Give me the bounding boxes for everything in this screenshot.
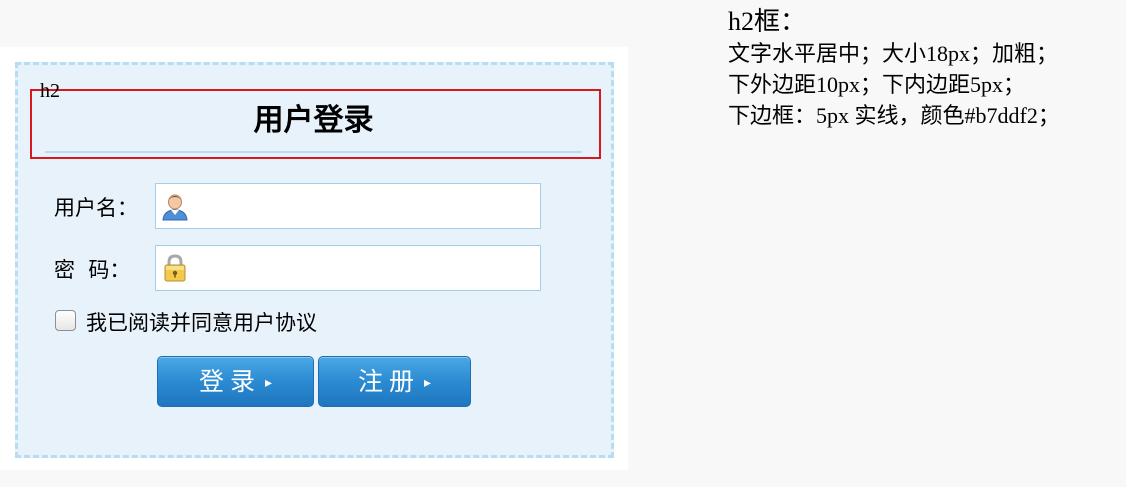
h2-highlight-box [30,89,601,159]
password-label: 密 码： [54,258,131,282]
username-field[interactable] [155,183,541,229]
username-input[interactable] [194,190,534,222]
user-icon [162,194,188,221]
arrow-right-icon: ▸ [264,375,273,391]
username-label: 用户名： [54,196,138,220]
notes-line: 下外边距10px；下内边距5px； [728,72,1026,97]
arrow-right-icon: ▸ [423,375,432,391]
register-button-label: 注册 [357,367,420,396]
notes-line: 下边框：5px 实线，颜色#b7ddf2； [728,103,1060,128]
agreement-checkbox[interactable] [55,310,76,331]
password-field[interactable] [155,245,541,291]
notes-line: 文字水平居中；大小18px；加粗； [728,41,1059,66]
style-notes: h2框： 文字水平居中；大小18px；加粗； 下外边距10px；下内边距5px；… [728,6,1060,131]
password-input[interactable] [194,252,534,284]
login-button-label: 登录 [198,367,261,396]
login-button[interactable]: 登录 ▸ [157,356,314,407]
agreement-label: 我已阅读并同意用户协议 [86,311,317,335]
notes-title: h2框： [728,7,807,36]
register-button[interactable]: 注册 ▸ [318,356,471,407]
h2-marker-label: h2 [40,80,60,102]
lock-icon [164,254,186,282]
